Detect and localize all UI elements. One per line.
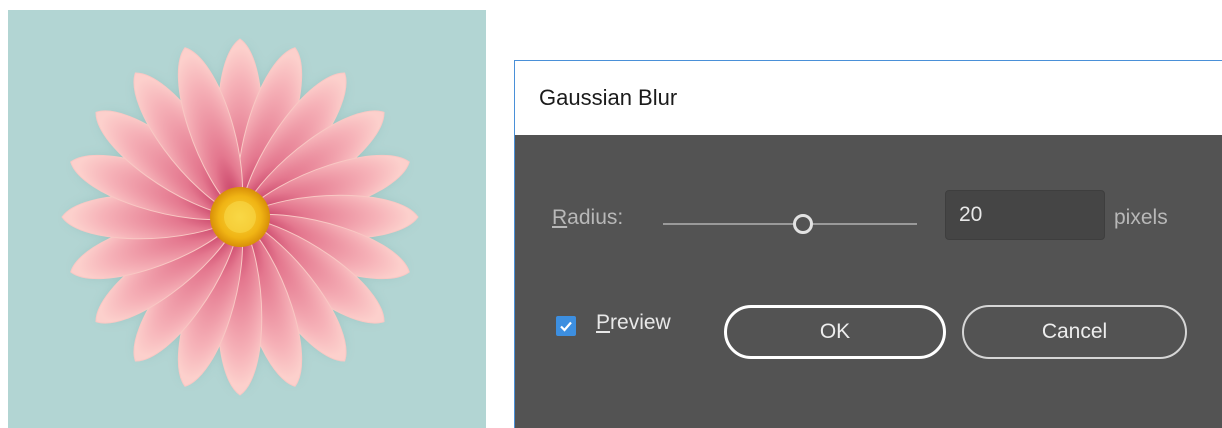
cancel-button[interactable]: Cancel — [962, 305, 1187, 359]
dialog-title: Gaussian Blur — [539, 85, 678, 110]
cancel-button-label: Cancel — [1041, 320, 1108, 343]
radius-label-rest: adius: — [567, 206, 624, 229]
artwork-canvas — [8, 10, 486, 428]
preview-label[interactable]: Preview — [596, 311, 671, 335]
dialog-body: Radius: 20 pixels Preview OK Cancel — [515, 135, 1222, 428]
slider-track[interactable] — [663, 223, 917, 225]
radius-units-label: pixels — [1114, 206, 1168, 229]
radius-slider[interactable] — [663, 212, 917, 236]
preview-checkbox[interactable] — [556, 316, 576, 336]
radius-value[interactable]: 20 — [959, 203, 982, 227]
preview-label-mnemonic: P — [596, 311, 611, 334]
radius-label: Radius: — [552, 206, 623, 230]
checkmark-icon — [560, 321, 572, 332]
gaussian-blur-dialog: Gaussian Blur Radius: 20 pixels Preview … — [514, 60, 1222, 428]
ok-button[interactable]: OK — [724, 305, 946, 359]
flower-center-highlight — [224, 201, 256, 233]
dialog-titlebar: Gaussian Blur — [515, 61, 1222, 135]
preview-label-rest: review — [610, 311, 671, 334]
daisy-flower-illustration — [61, 38, 419, 396]
ok-button-label: OK — [819, 320, 851, 343]
radius-label-mnemonic: R — [552, 206, 568, 229]
slider-thumb[interactable] — [793, 214, 813, 234]
radius-input[interactable]: 20 — [945, 190, 1105, 240]
